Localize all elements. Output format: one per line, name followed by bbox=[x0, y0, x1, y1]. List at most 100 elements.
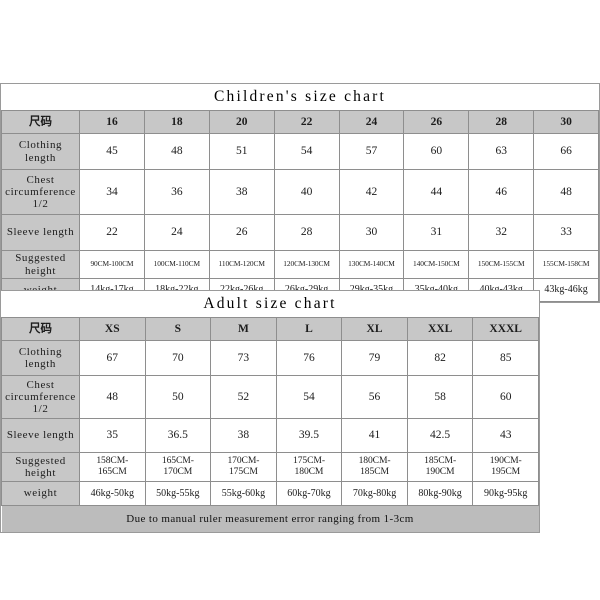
adult-row-label-suggested-height: Suggested height bbox=[1, 452, 80, 482]
adult-height-xs: 158CM-165CM bbox=[79, 452, 146, 482]
adult-header-row: 尺码 XS S M L XL XXL XXXL bbox=[1, 317, 539, 341]
adult-chest-xxl: 58 bbox=[406, 375, 474, 419]
children-height-28: 150CM-155CM bbox=[468, 250, 535, 279]
adult-weight-xl: 70kg-80kg bbox=[341, 481, 408, 506]
children-clothing-length-26: 60 bbox=[403, 133, 470, 170]
adult-row-label-clothing-length: Clothing length bbox=[1, 340, 80, 376]
children-sleeve-30: 33 bbox=[533, 214, 599, 251]
children-sleeve-20: 26 bbox=[208, 214, 275, 251]
children-clothing-length-20: 51 bbox=[208, 133, 275, 170]
children-clothing-length-28: 63 bbox=[468, 133, 535, 170]
adult-height-xl: 180CM-185CM bbox=[341, 452, 408, 482]
adult-sleeve-xl: 41 bbox=[341, 418, 408, 453]
adult-size-header-xl: XL bbox=[341, 317, 408, 341]
adult-height-s: 165CM-170CM bbox=[144, 452, 212, 482]
adult-sleeve-m: 38 bbox=[210, 418, 277, 453]
adult-sleeve-xxl: 42.5 bbox=[406, 418, 474, 453]
table-row: Sleeve length 22 24 26 28 30 31 32 33 bbox=[1, 214, 599, 251]
adult-weight-m: 55kg-60kg bbox=[210, 481, 277, 506]
adult-clothing-length-s: 70 bbox=[144, 340, 212, 376]
children-chest-16: 34 bbox=[79, 169, 145, 215]
adult-weight-xs: 46kg-50kg bbox=[79, 481, 146, 506]
children-sleeve-16: 22 bbox=[79, 214, 145, 251]
children-height-22: 120CM-130CM bbox=[273, 250, 340, 279]
children-header-row: 尺码 16 18 20 22 24 26 28 30 bbox=[1, 110, 599, 134]
children-row-label-sleeve-length: Sleeve length bbox=[1, 214, 80, 251]
children-clothing-length-24: 57 bbox=[338, 133, 405, 170]
children-size-header-28: 28 bbox=[468, 110, 535, 134]
adult-height-xxxl: 190CM-195CM bbox=[472, 452, 539, 482]
children-size-header-22: 22 bbox=[273, 110, 340, 134]
adult-row-label-sleeve-length: Sleeve length bbox=[1, 418, 80, 453]
children-chest-30: 48 bbox=[533, 169, 599, 215]
adult-chest-l: 54 bbox=[275, 375, 343, 419]
adult-size-header-s: S bbox=[144, 317, 212, 341]
adult-size-header-xxxl: XXXL bbox=[472, 317, 539, 341]
children-size-header-30: 30 bbox=[533, 110, 599, 134]
adult-sleeve-l: 39.5 bbox=[275, 418, 343, 453]
adult-size-header-l: L bbox=[275, 317, 343, 341]
adult-size-chart-block: Adult size chart 尺码 XS S M L XL XXL XXXL… bbox=[0, 290, 540, 533]
children-size-header-18: 18 bbox=[143, 110, 210, 134]
children-size-header-16: 16 bbox=[79, 110, 145, 134]
adult-chest-xl: 56 bbox=[341, 375, 408, 419]
adult-size-header-xs: XS bbox=[79, 317, 146, 341]
table-row: Suggested height 158CM-165CM 165CM-170CM… bbox=[1, 452, 539, 482]
children-weight-30: 43kg-46kg bbox=[533, 278, 599, 302]
children-size-chart-block: Children's size chart 尺码 16 18 20 22 24 … bbox=[0, 83, 600, 303]
children-height-18: 100CM-110CM bbox=[143, 250, 210, 279]
children-height-24: 130CM-140CM bbox=[338, 250, 405, 279]
measurement-note-row: Due to manual ruler measurement error ra… bbox=[1, 505, 539, 532]
adult-weight-xxxl: 90kg-95kg bbox=[472, 481, 539, 506]
adult-clothing-length-xl: 79 bbox=[341, 340, 408, 376]
children-clothing-length-22: 54 bbox=[273, 133, 340, 170]
adult-clothing-length-l: 76 bbox=[275, 340, 343, 376]
children-title-row: Children's size chart bbox=[1, 84, 599, 111]
children-height-16: 90CM-100CM bbox=[79, 250, 145, 279]
adult-size-header-xxl: XXL bbox=[406, 317, 474, 341]
adult-size-table: Adult size chart 尺码 XS S M L XL XXL XXXL… bbox=[1, 291, 539, 532]
table-row: Clothing length 67 70 73 76 79 82 85 bbox=[1, 340, 539, 376]
adult-title-row: Adult size chart bbox=[1, 291, 539, 318]
adult-row-label-chest-circumference: Chest circumference 1/2 bbox=[1, 375, 80, 419]
children-row-label-suggested-height: Suggested height bbox=[1, 250, 80, 279]
adult-clothing-length-m: 73 bbox=[210, 340, 277, 376]
adult-size-header-m: M bbox=[210, 317, 277, 341]
children-chest-20: 38 bbox=[208, 169, 275, 215]
adult-chest-s: 50 bbox=[144, 375, 212, 419]
adult-weight-xxl: 80kg-90kg bbox=[406, 481, 474, 506]
table-row: Chest circumference 1/2 34 36 38 40 42 4… bbox=[1, 169, 599, 215]
children-height-30: 155CM-158CM bbox=[533, 250, 599, 279]
size-chart-page: Children's size chart 尺码 16 18 20 22 24 … bbox=[0, 0, 600, 600]
children-size-header-24: 24 bbox=[338, 110, 405, 134]
adult-chest-xxxl: 60 bbox=[472, 375, 539, 419]
adult-clothing-length-xxl: 82 bbox=[406, 340, 474, 376]
adult-weight-l: 60kg-70kg bbox=[275, 481, 343, 506]
children-sleeve-24: 30 bbox=[338, 214, 405, 251]
adult-sleeve-s: 36.5 bbox=[144, 418, 212, 453]
children-chart-title: Children's size chart bbox=[1, 84, 599, 111]
adult-chart-title: Adult size chart bbox=[1, 291, 539, 318]
children-size-header-20: 20 bbox=[208, 110, 275, 134]
children-chest-24: 42 bbox=[338, 169, 405, 215]
adult-sleeve-xxxl: 43 bbox=[472, 418, 539, 453]
children-size-label: 尺码 bbox=[1, 110, 80, 134]
children-row-label-chest-circumference: Chest circumference 1/2 bbox=[1, 169, 80, 215]
adult-chest-xs: 48 bbox=[79, 375, 146, 419]
children-chest-22: 40 bbox=[273, 169, 340, 215]
adult-clothing-length-xxxl: 85 bbox=[472, 340, 539, 376]
adult-chest-m: 52 bbox=[210, 375, 277, 419]
adult-size-label: 尺码 bbox=[1, 317, 80, 341]
children-chest-18: 36 bbox=[143, 169, 210, 215]
table-row: weight 46kg-50kg 50kg-55kg 55kg-60kg 60k… bbox=[1, 481, 539, 506]
children-size-table: Children's size chart 尺码 16 18 20 22 24 … bbox=[1, 84, 599, 302]
children-sleeve-22: 28 bbox=[273, 214, 340, 251]
table-row: Suggested height 90CM-100CM 100CM-110CM … bbox=[1, 250, 599, 279]
adult-height-m: 170CM-175CM bbox=[210, 452, 277, 482]
children-row-label-clothing-length: Clothing length bbox=[1, 133, 80, 170]
children-size-header-26: 26 bbox=[403, 110, 470, 134]
children-chest-28: 46 bbox=[468, 169, 535, 215]
table-row: Sleeve length 35 36.5 38 39.5 41 42.5 43 bbox=[1, 418, 539, 453]
children-clothing-length-16: 45 bbox=[79, 133, 145, 170]
children-sleeve-26: 31 bbox=[403, 214, 470, 251]
